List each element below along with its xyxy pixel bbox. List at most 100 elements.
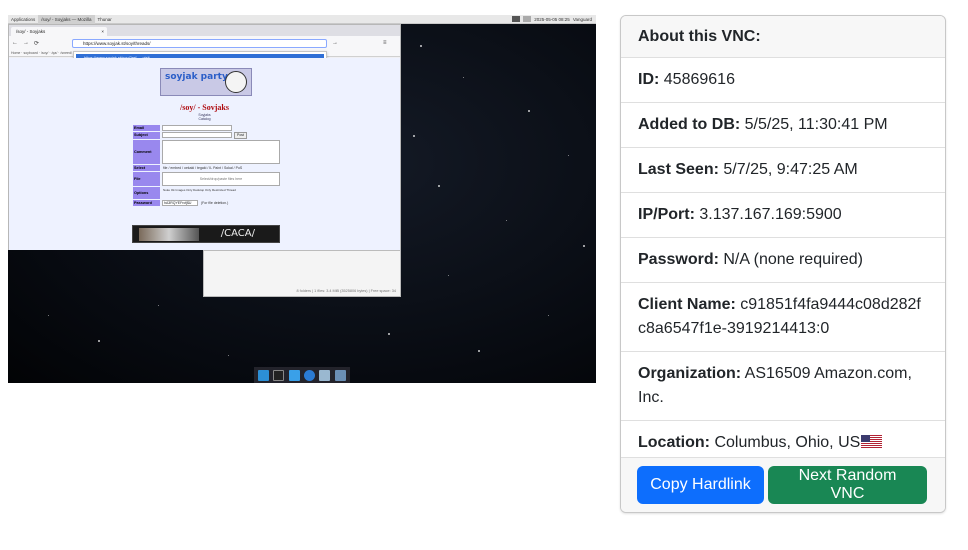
tray-icon bbox=[512, 16, 521, 22]
info-label: Added to DB: bbox=[638, 116, 741, 133]
desktop-icon bbox=[258, 369, 270, 381]
form-label: File bbox=[133, 172, 160, 186]
info-ip-port: IP/Port: 3.137.167.169:5900 bbox=[621, 193, 945, 238]
info-value: 5/5/25, 11:30:41 PM bbox=[744, 116, 888, 133]
board-subtitle: Soyjaks Catalog bbox=[9, 113, 400, 121]
search-icon bbox=[319, 369, 331, 381]
remote-user: Vanguard bbox=[572, 16, 592, 22]
form-row-select: Select file / embed / oekaki / tegaki / … bbox=[133, 165, 283, 171]
star bbox=[158, 305, 159, 306]
form-label: Subject bbox=[133, 132, 160, 139]
next-random-vnc-button[interactable]: Next Random VNC bbox=[768, 466, 927, 504]
star bbox=[568, 155, 569, 156]
vnc-info-card: About this VNC: ID: 45869616 Added to DB… bbox=[620, 15, 946, 513]
remote-browser-window: /soy/ - Soyjaks × ← → ⟳ https://www.soyj… bbox=[8, 24, 401, 250]
form-label: Email bbox=[133, 125, 160, 131]
folder-icon bbox=[334, 369, 346, 381]
form-label: Options bbox=[133, 187, 160, 199]
star bbox=[48, 315, 49, 316]
board-catalog-link: Catalog bbox=[198, 117, 211, 121]
email-field bbox=[162, 125, 232, 131]
card-footer: Copy Hardlink Next Random VNC bbox=[621, 457, 945, 512]
info-label: IP/Port: bbox=[638, 206, 695, 223]
post-form: Email Subject Post Comment Select file /… bbox=[133, 125, 283, 207]
remote-apps-menu: Applications bbox=[11, 16, 36, 22]
form-label: Select bbox=[133, 165, 160, 171]
board-logo-text: soyjak party bbox=[165, 72, 228, 82]
star bbox=[448, 275, 449, 276]
arrow-right-icon: → bbox=[332, 40, 339, 46]
info-value: 45869616 bbox=[663, 71, 735, 88]
board-title: /soy/ - Sovjaks bbox=[180, 103, 229, 112]
file-manager-status: 8 folders | 1 files: 3.4 MiB (3525806 by… bbox=[296, 289, 396, 293]
remote-tab-title: /soy/ - Soyjaks bbox=[16, 29, 46, 34]
info-value: N/A (none required) bbox=[723, 251, 864, 268]
password-hint: (For file deletion.) bbox=[201, 201, 229, 205]
remote-board-page: soyjak party /soy/ - Sovjaks Soyjaks Cat… bbox=[9, 58, 400, 250]
post-button: Post bbox=[234, 132, 248, 139]
remote-taskbar-tab: Thunar bbox=[97, 16, 112, 22]
password-field: hA3RQYEFrcfj$U bbox=[162, 200, 198, 206]
form-row-email: Email bbox=[133, 125, 283, 131]
form-label: Password bbox=[133, 200, 160, 206]
info-organization: Organization: AS16509 Amazon.com, Inc. bbox=[621, 352, 945, 421]
star bbox=[228, 355, 229, 356]
banner-text: /CACA/ bbox=[220, 228, 255, 239]
star bbox=[388, 333, 390, 335]
star bbox=[478, 350, 480, 352]
star bbox=[98, 340, 100, 342]
options-values: Nuke Ok Images Only Desktop Only Restric… bbox=[163, 188, 236, 192]
vnc-screenshot: Applications /soy/ - Soyjaks — Mozilla T… bbox=[8, 15, 596, 383]
info-id: ID: 45869616 bbox=[621, 58, 945, 103]
form-row-file: File Select/drop/paste files here bbox=[133, 172, 283, 186]
close-icon: × bbox=[101, 29, 104, 34]
star bbox=[548, 315, 549, 316]
star bbox=[463, 77, 464, 78]
file-dropzone: Select/drop/paste files here bbox=[162, 172, 280, 186]
remote-clock: 2025-05-05 08:25 bbox=[534, 16, 570, 22]
star bbox=[506, 220, 507, 221]
star bbox=[420, 45, 422, 47]
select-options: file / embed / oekaki / tegaki / IL Pain… bbox=[163, 166, 243, 170]
form-label: Comment bbox=[133, 140, 160, 164]
info-label: Last Seen: bbox=[638, 161, 719, 178]
star bbox=[438, 185, 440, 187]
info-value: 3.137.167.169:5900 bbox=[699, 206, 842, 223]
remote-taskbar-tab: /soy/ - Soyjaks — Mozilla bbox=[38, 15, 95, 24]
star bbox=[583, 245, 585, 247]
info-label: Location: bbox=[638, 434, 710, 451]
board-logo: soyjak party bbox=[160, 68, 252, 96]
info-client-name: Client Name: c91851f4fa9444c08d282fc8a65… bbox=[621, 283, 945, 352]
remote-dock bbox=[254, 367, 350, 383]
remote-browser-tabs: /soy/ - Soyjaks × bbox=[9, 25, 400, 36]
forward-icon: → bbox=[23, 40, 29, 46]
copy-hardlink-button[interactable]: Copy Hardlink bbox=[637, 466, 764, 504]
info-label: Password: bbox=[638, 251, 719, 268]
remote-browser-tab: /soy/ - Soyjaks × bbox=[11, 27, 107, 36]
info-last-seen: Last Seen: 5/7/25, 9:47:25 AM bbox=[621, 148, 945, 193]
info-added: Added to DB: 5/5/25, 11:30:41 PM bbox=[621, 103, 945, 148]
back-icon: ← bbox=[12, 40, 18, 46]
star bbox=[528, 110, 530, 112]
form-row-comment: Comment bbox=[133, 140, 283, 164]
soyjak-face-icon bbox=[225, 71, 247, 93]
menu-icon: ≡ bbox=[383, 40, 387, 46]
remote-url-bar: https://www.soyjak.st/soy/threads/ bbox=[72, 38, 328, 48]
remote-browser-nav: ← → ⟳ https://www.soyjak.st/soy/threads/… bbox=[9, 36, 400, 50]
subject-field bbox=[162, 132, 232, 138]
info-password: Password: N/A (none required) bbox=[621, 238, 945, 283]
form-row-password: Password hA3RQYEFrcfj$U (For file deleti… bbox=[133, 200, 283, 206]
comment-field bbox=[162, 140, 280, 164]
info-value: 5/7/25, 9:47:25 AM bbox=[723, 161, 858, 178]
form-row-subject: Subject Post bbox=[133, 132, 283, 139]
terminal-icon bbox=[273, 369, 285, 381]
remote-file-manager: 8 folders | 1 files: 3.4 MiB (3525806 by… bbox=[203, 250, 401, 297]
star bbox=[413, 135, 415, 137]
info-label: ID: bbox=[638, 71, 660, 88]
form-row-options: Options Nuke Ok Images Only Desktop Only… bbox=[133, 187, 283, 199]
reload-icon: ⟳ bbox=[34, 40, 40, 47]
tray-icon bbox=[523, 16, 532, 22]
card-header: About this VNC: bbox=[621, 16, 945, 58]
board-banner: /CACA/ bbox=[132, 225, 280, 243]
remote-taskbar: Applications /soy/ - Soyjaks — Mozilla T… bbox=[8, 15, 596, 24]
